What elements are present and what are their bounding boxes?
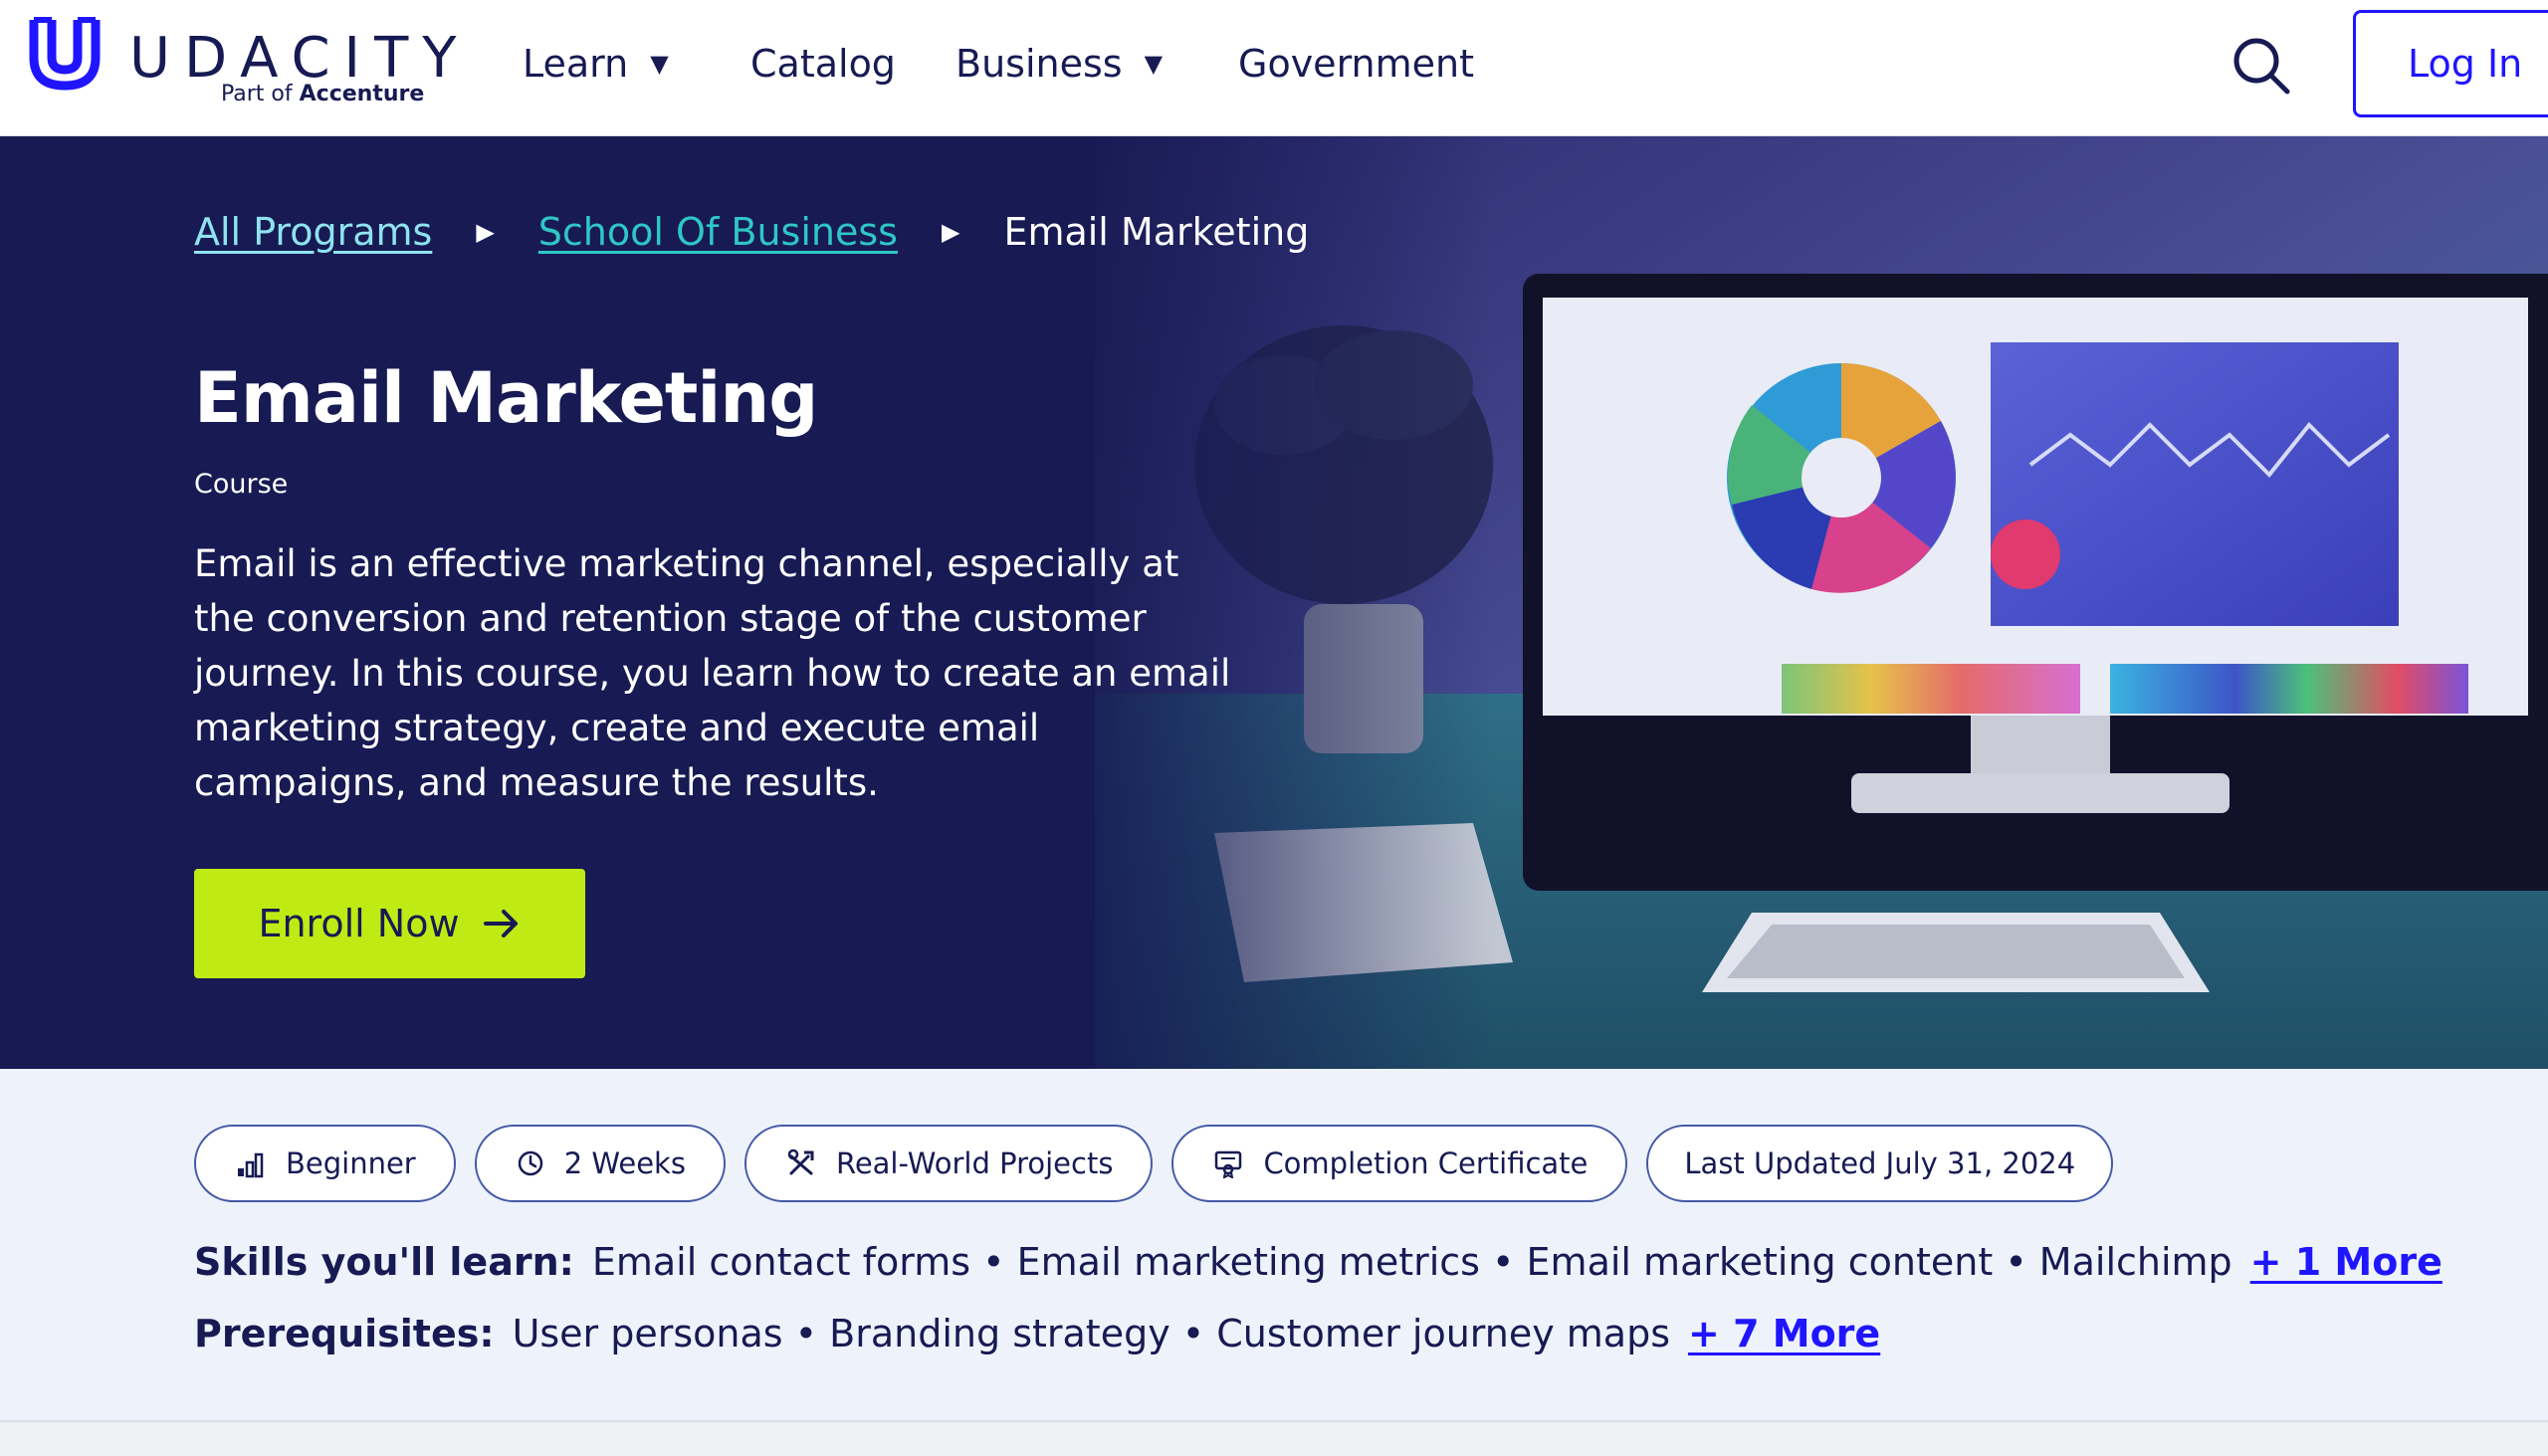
breadcrumb-all-programs[interactable]: All Programs [194, 210, 432, 254]
tag-projects-label: Real-World Projects [835, 1146, 1114, 1180]
site-header: UDACITY Part of Accenture Learn ▼ Catalo… [0, 0, 2548, 136]
tools-icon [787, 1148, 814, 1175]
tag-duration-label: 2 Weeks [563, 1146, 686, 1180]
skills-list: Email contact forms • Email marketing me… [591, 1240, 2232, 1284]
skills-row: Skills you'll learn: Email contact forms… [194, 1240, 2442, 1284]
nav-business-label: Business [956, 42, 1123, 86]
udacity-logo[interactable]: UDACITY Part of Accenture [26, 14, 456, 118]
nav-catalog[interactable]: Catalog [750, 38, 896, 90]
nav-business[interactable]: Business ▼ [956, 38, 1163, 90]
skill-level-icon [238, 1152, 264, 1178]
caret-down-icon: ▼ [650, 50, 669, 78]
prerequisites-list: User personas • Branding strategy • Cust… [512, 1312, 1671, 1355]
breadcrumb-current: Email Marketing [1003, 210, 1310, 254]
program-type: Course [194, 469, 289, 500]
chevron-right-icon: ▶ [941, 218, 960, 246]
search-button[interactable] [2230, 34, 2295, 100]
brand-sub-bold: Accenture [299, 82, 425, 106]
breadcrumb: All Programs ▶ School Of Business ▶ Emai… [194, 204, 1309, 260]
prerequisites-row: Prerequisites: User personas • Branding … [194, 1312, 1880, 1355]
brand-sub-prefix: Part of [221, 82, 293, 106]
nav-learn-label: Learn [523, 42, 629, 86]
tag-duration: 2 Weeks [474, 1125, 726, 1202]
clock-icon [518, 1150, 542, 1176]
udacity-logo-icon [29, 17, 101, 91]
program-description: Email is an effective marketing channel,… [194, 542, 1231, 804]
arrow-right-icon [483, 910, 518, 937]
program-tags: Beginner 2 Weeks Real-World Projects Com… [194, 1125, 2132, 1202]
brand-subtitle: Part of Accenture [221, 82, 424, 106]
tag-level-label: Beginner [286, 1146, 416, 1180]
nav-catalog-label: Catalog [750, 42, 896, 86]
skills-more-link[interactable]: + 1 More [2250, 1240, 2442, 1284]
tag-level: Beginner [194, 1125, 456, 1202]
nav-learn[interactable]: Learn ▼ [523, 38, 669, 90]
program-info: Beginner 2 Weeks Real-World Projects Com… [0, 1069, 2548, 1420]
prerequisites-label: Prerequisites: [194, 1312, 495, 1355]
hero-section: All Programs ▶ School Of Business ▶ Emai… [0, 136, 2548, 1069]
section-divider [0, 1420, 2548, 1456]
login-button[interactable]: Log In [2353, 10, 2548, 117]
prerequisites-more-link[interactable]: + 7 More [1688, 1312, 1880, 1355]
breadcrumb-school[interactable]: School Of Business [538, 210, 898, 254]
chevron-right-icon: ▶ [476, 218, 495, 246]
caret-down-icon: ▼ [1144, 50, 1164, 78]
nav-government[interactable]: Government [1238, 38, 1474, 90]
nav-government-label: Government [1238, 42, 1474, 86]
tag-certificate: Completion Certificate [1171, 1125, 1628, 1202]
tag-certificate-label: Completion Certificate [1263, 1146, 1589, 1180]
skills-label: Skills you'll learn: [194, 1240, 574, 1284]
page-title: Email Marketing [194, 357, 818, 439]
tag-updated-label: Last Updated July 31, 2024 [1684, 1146, 2076, 1180]
enroll-now-button[interactable]: Enroll Now [194, 869, 585, 978]
enroll-label: Enroll Now [258, 902, 460, 945]
tag-projects: Real-World Projects [743, 1125, 1154, 1202]
search-icon [2233, 38, 2290, 95]
tag-last-updated: Last Updated July 31, 2024 [1646, 1125, 2114, 1202]
certificate-icon [1215, 1150, 1242, 1178]
